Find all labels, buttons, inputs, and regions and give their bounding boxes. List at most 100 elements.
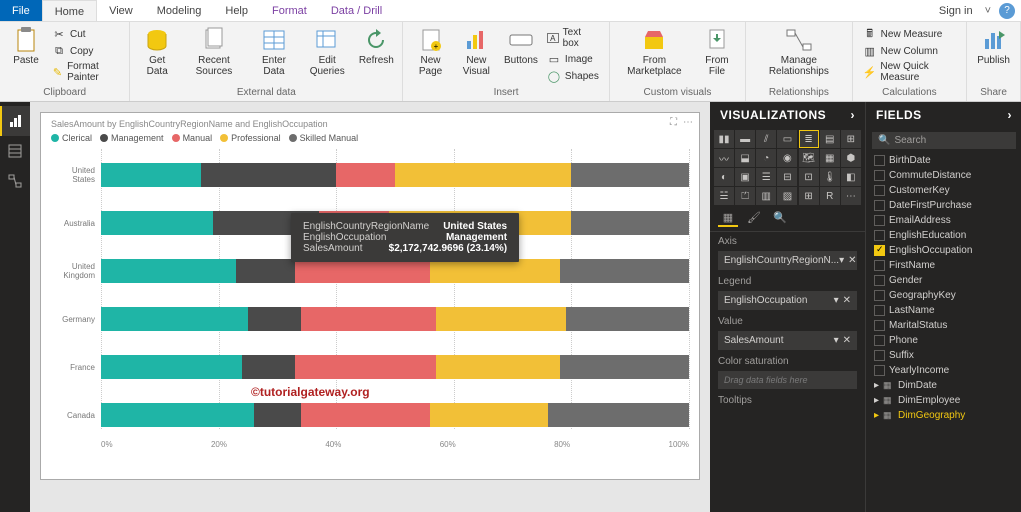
chevron-down-icon[interactable]: ▾ — [834, 295, 839, 306]
legend-item[interactable]: Manual — [172, 133, 213, 143]
checkbox[interactable] — [874, 290, 885, 301]
focus-mode-icon[interactable]: ⛶ — [670, 117, 677, 128]
checkbox[interactable] — [874, 230, 885, 241]
table-item[interactable]: ▸▦DimGeography — [866, 408, 1021, 423]
manage-relationships-button[interactable]: Manage Relationships — [752, 24, 846, 79]
axis-well[interactable]: EnglishCountryRegionN...▾✕ — [718, 251, 857, 270]
legend-item[interactable]: Skilled Manual — [289, 133, 359, 143]
tab-modeling[interactable]: Modeling — [145, 0, 214, 21]
report-view-button[interactable] — [0, 106, 30, 136]
new-quick-measure-button[interactable]: ⚡New Quick Measure — [859, 60, 961, 84]
model-view-button[interactable] — [0, 166, 30, 196]
checkbox[interactable] — [874, 200, 885, 211]
field-item[interactable]: FirstName — [866, 258, 1021, 273]
legend-item[interactable]: Professional — [220, 133, 281, 143]
fields-search[interactable]: 🔍Search — [872, 132, 1016, 149]
from-file-button[interactable]: From File — [695, 24, 739, 79]
vis-type-icon[interactable]: ⊞ — [841, 130, 861, 148]
checkbox[interactable] — [874, 350, 885, 361]
chevron-down-icon[interactable]: ▾ — [839, 255, 844, 266]
bar-segment[interactable] — [436, 355, 559, 379]
field-item[interactable]: YearlyIncome — [866, 363, 1021, 378]
stacked-bar-chart-visual[interactable]: ⛶ ⋯ SalesAmount by EnglishCountryRegionN… — [40, 112, 700, 480]
bar-segment[interactable] — [336, 163, 395, 187]
vis-type-icon[interactable]: ▮▮ — [714, 130, 734, 148]
checkbox[interactable] — [874, 335, 885, 346]
bar-segment[interactable] — [430, 403, 548, 427]
textbox-button[interactable]: AText box — [543, 26, 603, 50]
vis-type-icon[interactable]: ☱ — [714, 187, 734, 205]
vis-type-icon[interactable]: ⋯ — [841, 187, 861, 205]
remove-icon[interactable]: ✕ — [843, 295, 851, 306]
tab-format[interactable]: Format — [260, 0, 319, 21]
paste-button[interactable]: Paste — [6, 24, 46, 68]
bar-segment[interactable] — [101, 355, 242, 379]
vis-type-icon[interactable]: ☰ — [756, 168, 776, 186]
enter-data-button[interactable]: Enter Data — [250, 24, 298, 79]
bar-segment[interactable] — [560, 259, 689, 283]
vis-type-icon[interactable]: 🌡 — [820, 168, 840, 186]
vis-type-icon[interactable]: ⊟ — [777, 168, 797, 186]
tab-data-drill[interactable]: Data / Drill — [319, 0, 394, 21]
bar-segment[interactable] — [571, 211, 689, 235]
bar-segment[interactable] — [566, 307, 689, 331]
format-tab[interactable]: 🖌 — [744, 211, 764, 227]
vis-type-icon[interactable]: ⬢ — [841, 149, 861, 167]
report-canvas[interactable]: ⛶ ⋯ SalesAmount by EnglishCountryRegionN… — [30, 102, 710, 512]
more-options-icon[interactable]: ⋯ — [683, 117, 693, 128]
format-painter-button[interactable]: ✎Format Painter — [48, 60, 123, 84]
remove-icon[interactable]: ✕ — [843, 335, 851, 346]
vis-type-icon[interactable]: 🗺 — [799, 149, 819, 167]
bar-segment[interactable] — [254, 403, 301, 427]
bar-segment[interactable] — [295, 259, 430, 283]
new-column-button[interactable]: ▥New Column — [859, 43, 961, 59]
checkbox[interactable] — [874, 305, 885, 316]
saturation-well[interactable]: Drag data fields here — [718, 371, 857, 389]
new-visual-button[interactable]: New Visual — [454, 24, 499, 79]
field-item[interactable]: LastName — [866, 303, 1021, 318]
bar-segment[interactable] — [248, 307, 301, 331]
table-item[interactable]: ▸▦DimDate — [866, 378, 1021, 393]
bar-segment[interactable] — [430, 259, 559, 283]
vis-type-icon[interactable]: ⊞ — [799, 187, 819, 205]
legend-item[interactable]: Management — [100, 133, 164, 143]
remove-icon[interactable]: ✕ — [848, 255, 856, 266]
table-item[interactable]: ▸▦DimEmployee — [866, 393, 1021, 408]
field-item[interactable]: Phone — [866, 333, 1021, 348]
checkbox[interactable] — [874, 155, 885, 166]
vis-type-icon[interactable]: ◐ — [714, 168, 734, 186]
vis-type-icon[interactable]: ⬓ — [735, 149, 755, 167]
help-icon[interactable]: ? — [999, 3, 1015, 19]
bar-segment[interactable] — [101, 307, 248, 331]
vis-type-icon[interactable]: ⏍ — [735, 187, 755, 205]
copy-button[interactable]: ⧉Copy — [48, 43, 123, 59]
field-item[interactable]: CustomerKey — [866, 183, 1021, 198]
bar-segment[interactable] — [548, 403, 689, 427]
checkbox[interactable] — [874, 365, 885, 376]
vis-type-icon[interactable]: ▣ — [735, 168, 755, 186]
chevron-right-icon[interactable]: › — [851, 108, 856, 122]
refresh-button[interactable]: Refresh — [356, 24, 396, 68]
field-item[interactable]: MaritalStatus — [866, 318, 1021, 333]
chevron-down-icon[interactable]: ▾ — [834, 335, 839, 346]
field-item[interactable]: GeographyKey — [866, 288, 1021, 303]
image-button[interactable]: ▭Image — [543, 51, 603, 67]
field-item[interactable]: EnglishEducation — [866, 228, 1021, 243]
bar-segment[interactable] — [571, 163, 689, 187]
new-measure-button[interactable]: 🖩New Measure — [859, 26, 961, 42]
vis-type-icon[interactable]: 〰 — [714, 149, 734, 167]
cut-button[interactable]: ✂Cut — [48, 26, 123, 42]
checkbox[interactable] — [874, 185, 885, 196]
edit-queries-button[interactable]: Edit Queries — [300, 24, 354, 79]
vis-type-icon[interactable]: ◔ — [756, 149, 776, 167]
new-page-button[interactable]: +New Page — [409, 24, 451, 79]
checkbox[interactable] — [874, 215, 885, 226]
chevron-right-icon[interactable]: › — [1008, 108, 1013, 122]
tab-file[interactable]: File — [0, 0, 42, 21]
vis-type-icon[interactable]: ⊡ — [799, 168, 819, 186]
buttons-button[interactable]: Buttons — [501, 24, 541, 68]
vis-type-icon[interactable]: ▦ — [820, 149, 840, 167]
vis-type-icon[interactable]: ◧ — [841, 168, 861, 186]
bar-segment[interactable] — [395, 163, 571, 187]
bar-segment[interactable] — [201, 163, 336, 187]
